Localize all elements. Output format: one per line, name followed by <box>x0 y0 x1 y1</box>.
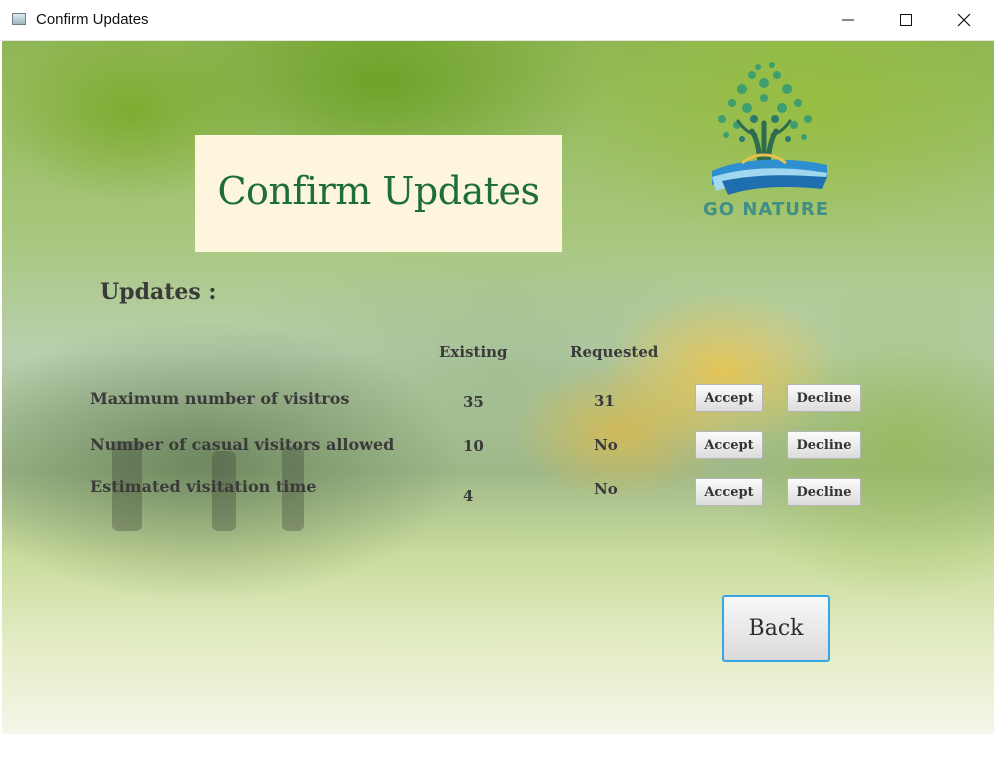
app-icon <box>12 13 26 25</box>
accept-button[interactable]: Accept <box>695 478 763 506</box>
close-button[interactable] <box>935 0 993 40</box>
back-button[interactable]: Back <box>722 595 830 662</box>
accept-button[interactable]: Accept <box>695 384 763 412</box>
decline-button[interactable]: Decline <box>787 384 861 412</box>
column-header-requested: Requested <box>570 343 659 361</box>
window-titlebar: Confirm Updates <box>0 0 994 41</box>
requested-value: 31 <box>594 392 615 410</box>
update-row-label: Estimated visitation time <box>90 477 317 496</box>
existing-value: 10 <box>463 437 484 455</box>
logo-text: GO NATURE <box>703 199 829 220</box>
tree-logo-icon <box>712 62 827 195</box>
decline-button[interactable]: Decline <box>787 431 861 459</box>
accept-button[interactable]: Accept <box>695 431 763 459</box>
minimize-icon <box>842 19 854 21</box>
page-title: Confirm Updates <box>217 169 540 213</box>
minimize-button[interactable] <box>819 0 877 40</box>
title-card: Confirm Updates <box>195 135 562 252</box>
requested-value: No <box>594 480 618 498</box>
decline-button[interactable]: Decline <box>787 478 861 506</box>
update-row-label: Maximum number of visitros <box>90 389 350 408</box>
maximize-icon <box>900 14 912 26</box>
window-title: Confirm Updates <box>36 11 149 28</box>
updates-section-label: Updates : <box>100 279 217 305</box>
existing-value: 4 <box>463 487 474 505</box>
go-nature-logo: GO NATURE <box>682 53 847 233</box>
content-area: Confirm Updates GO NATURE Updates: Exis… <box>2 41 994 734</box>
update-row-label: Number of casual visitors allowed <box>90 435 395 454</box>
requested-value: No <box>594 436 618 454</box>
existing-value: 35 <box>463 393 484 411</box>
maximize-button[interactable] <box>877 0 935 40</box>
column-header-existing: Existing <box>439 343 508 361</box>
close-icon <box>957 13 971 27</box>
